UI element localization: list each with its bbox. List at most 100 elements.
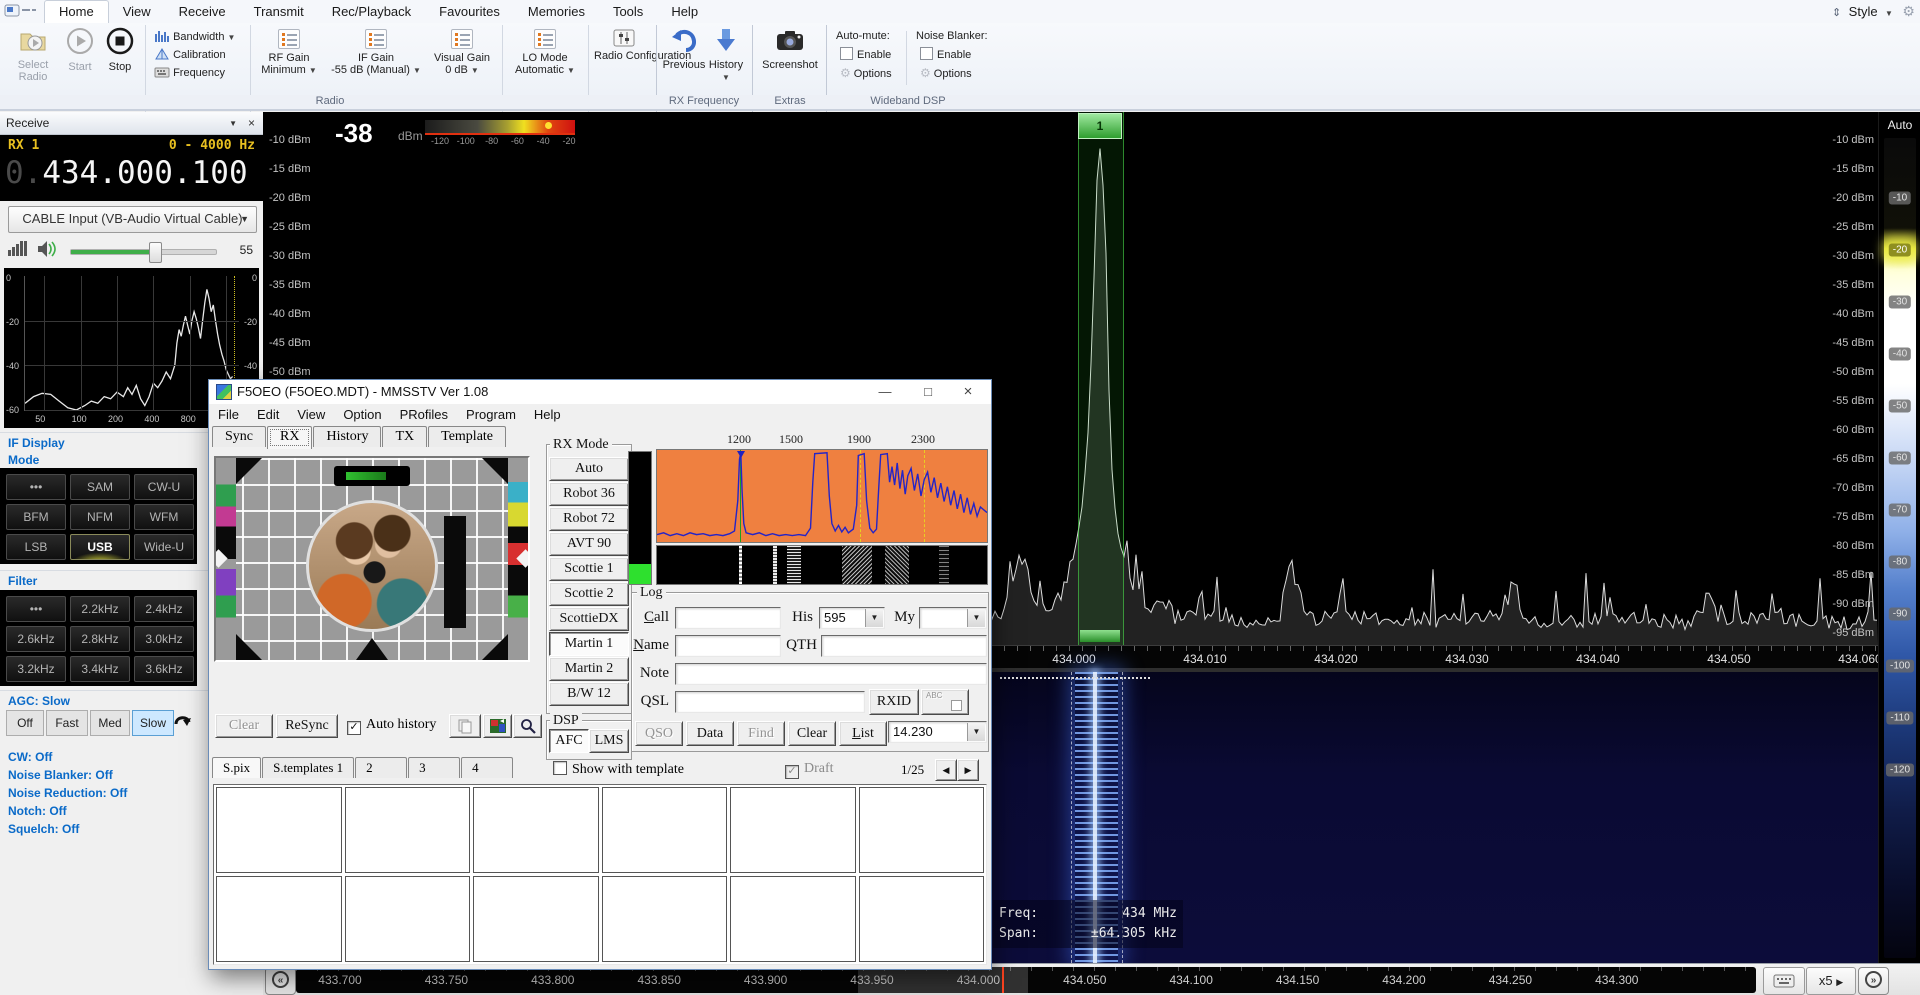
pix-tab-s-pix[interactable]: S.pix xyxy=(212,757,261,778)
status-noise-blanker[interactable]: Noise Blanker: Off xyxy=(8,768,113,782)
gear-icon[interactable]: ⚙ xyxy=(1902,3,1915,19)
status-squelch[interactable]: Squelch: Off xyxy=(8,822,79,836)
style-switcher[interactable]: ⇕ Style ▼ ⚙ xyxy=(1832,3,1915,21)
menu-option[interactable]: Option xyxy=(334,404,390,425)
dsp-lms[interactable]: LMS xyxy=(589,729,629,753)
screenshot-button[interactable]: Screenshot xyxy=(758,27,822,71)
menu-help[interactable]: Help xyxy=(525,404,570,425)
close-icon[interactable]: × xyxy=(248,112,255,135)
rf-gain-button[interactable]: RF Gain Minimum ▼ xyxy=(258,29,320,76)
filter-[interactable]: ••• xyxy=(6,596,66,622)
legend-tick[interactable]: -10 xyxy=(1889,192,1911,205)
legend-auto-label[interactable]: Auto xyxy=(1879,118,1920,132)
auto-mute-enable-checkbox[interactable]: Enable xyxy=(840,47,891,61)
auto-history-checkbox[interactable]: ✓Auto history xyxy=(347,717,436,735)
ribbon-tab-view[interactable]: View xyxy=(109,1,165,23)
status-noise-reduction[interactable]: Noise Reduction: Off xyxy=(8,786,127,800)
magnifier-button[interactable] xyxy=(513,714,542,738)
filter-34khz[interactable]: 3.4kHz xyxy=(70,656,130,682)
call-input[interactable] xyxy=(675,607,781,629)
rxmode-robot-72[interactable]: Robot 72 xyxy=(549,507,629,531)
menu-file[interactable]: File xyxy=(209,404,248,425)
rxid-button[interactable]: RXID xyxy=(869,689,919,715)
page-prev-button[interactable]: ◀ xyxy=(935,759,957,781)
log-freq-select[interactable]: 14.230▼ xyxy=(888,721,987,743)
ribbon-tab-memories[interactable]: Memories xyxy=(514,1,599,23)
audio-device-select[interactable]: CABLE Input (VB-Audio Virtual Cable)▼ xyxy=(8,206,257,233)
log-list-button[interactable]: List xyxy=(839,721,887,746)
minimize-button[interactable]: — xyxy=(865,380,905,404)
legend-tick[interactable]: -60 xyxy=(1889,452,1911,465)
filter-28khz[interactable]: 2.8kHz xyxy=(70,626,130,652)
filter-26khz[interactable]: 2.6kHz xyxy=(6,626,66,652)
show-with-template-checkbox[interactable]: Show with template xyxy=(553,761,684,778)
mode-nfm[interactable]: NFM xyxy=(70,504,130,530)
auto-mute-options-button[interactable]: ⚙Options xyxy=(840,66,892,80)
frequency-display[interactable]: RX 1 0 - 4000 Hz 0.434.000.100 xyxy=(0,135,263,201)
agc-off[interactable]: Off xyxy=(6,710,44,736)
frequency-button[interactable]: Frequency xyxy=(154,64,225,82)
legend-tick[interactable]: -110 xyxy=(1886,712,1913,725)
if-gain-button[interactable]: IF Gain -55 dB (Manual) ▼ xyxy=(326,29,426,76)
filter-36khz[interactable]: 3.6kHz xyxy=(134,656,194,682)
mmsstv-tab-history[interactable]: History xyxy=(313,426,381,447)
legend-tick[interactable]: -70 xyxy=(1889,504,1911,517)
stock-picture-slot[interactable] xyxy=(345,787,471,873)
mode-[interactable]: ••• xyxy=(6,474,66,500)
mmsstv-window[interactable]: F5OEO (F5OEO.MDT) - MMSSTV Ver 1.08 — □ … xyxy=(208,379,992,970)
mode-wideu[interactable]: Wide-U xyxy=(134,534,194,560)
ribbon-tab-home[interactable]: Home xyxy=(44,0,109,24)
legend-tick[interactable]: -50 xyxy=(1889,400,1911,413)
undo-arrow-icon[interactable] xyxy=(172,710,194,732)
agc-fast[interactable]: Fast xyxy=(46,710,88,736)
bandwidth-button[interactable]: Bandwidth ▼ xyxy=(154,28,235,46)
stock-picture-slot[interactable] xyxy=(602,876,728,962)
rxmode-avt-90[interactable]: AVT 90 xyxy=(549,532,629,556)
close-button[interactable]: × xyxy=(948,380,988,404)
history-button[interactable]: History▼ xyxy=(706,27,746,84)
waterfall-legend[interactable]: Auto -10-20-30-40-50-60-70-80-90-100-110… xyxy=(1878,112,1920,963)
agc-slow[interactable]: Slow xyxy=(132,710,174,736)
copy-image-button[interactable] xyxy=(449,714,481,738)
log-data-button[interactable]: Data xyxy=(686,721,734,746)
ribbon-tab-receive[interactable]: Receive xyxy=(165,1,240,23)
mmsstv-tab-rx[interactable]: RX xyxy=(267,426,312,449)
legend-tick[interactable]: -100 xyxy=(1886,660,1914,673)
rxmode-martin-2[interactable]: Martin 2 xyxy=(549,657,629,681)
qth-input[interactable] xyxy=(821,635,987,657)
mmsstv-tab-tx[interactable]: TX xyxy=(382,426,427,447)
rxmode-martin-1[interactable]: Martin 1 xyxy=(549,632,629,656)
pix-tab-2[interactable]: 2 xyxy=(355,757,407,778)
ribbon-tab-transmit[interactable]: Transmit xyxy=(240,1,318,23)
ribbon-tab-help[interactable]: Help xyxy=(657,1,712,23)
mode-bfm[interactable]: BFM xyxy=(6,504,66,530)
agc-med[interactable]: Med xyxy=(90,710,130,736)
stock-picture-slot[interactable] xyxy=(216,876,342,962)
select-radio-button[interactable]: Select Radio xyxy=(8,27,58,83)
status-cw[interactable]: CW: Off xyxy=(8,750,52,764)
legend-tick[interactable]: -80 xyxy=(1889,556,1911,569)
his-select[interactable]: 595▼ xyxy=(819,607,885,629)
legend-gradient-bar[interactable] xyxy=(1884,138,1916,958)
filter-30khz[interactable]: 3.0kHz xyxy=(134,626,194,652)
mmsstv-tab-sync[interactable]: Sync xyxy=(212,426,266,447)
qsl-input[interactable] xyxy=(675,691,865,713)
log-clear-button[interactable]: Clear xyxy=(788,721,836,746)
pix-tab-s-templates-1[interactable]: S.templates 1 xyxy=(262,757,354,778)
mode-lsb[interactable]: LSB xyxy=(6,534,66,560)
mode-sam[interactable]: SAM xyxy=(70,474,130,500)
legend-tick[interactable]: -30 xyxy=(1889,296,1911,309)
stock-picture-slot[interactable] xyxy=(473,876,599,962)
picture-button[interactable] xyxy=(483,714,512,738)
noise-blanker-options-button[interactable]: ⚙Options xyxy=(920,66,972,80)
legend-tick[interactable]: -120 xyxy=(1886,764,1914,777)
chevron-down-icon[interactable]: ▼ xyxy=(229,112,237,135)
stock-picture-slot[interactable] xyxy=(345,876,471,962)
resync-button[interactable]: ReSync xyxy=(276,714,338,738)
mode-cwu[interactable]: CW-U xyxy=(134,474,194,500)
draft-checkbox[interactable]: ✓Draft xyxy=(785,761,834,779)
rxmode-scottie-1[interactable]: Scottie 1 xyxy=(549,557,629,581)
menu-program[interactable]: Program xyxy=(457,404,525,425)
note-input[interactable] xyxy=(675,663,987,685)
menu-view[interactable]: View xyxy=(288,404,334,425)
